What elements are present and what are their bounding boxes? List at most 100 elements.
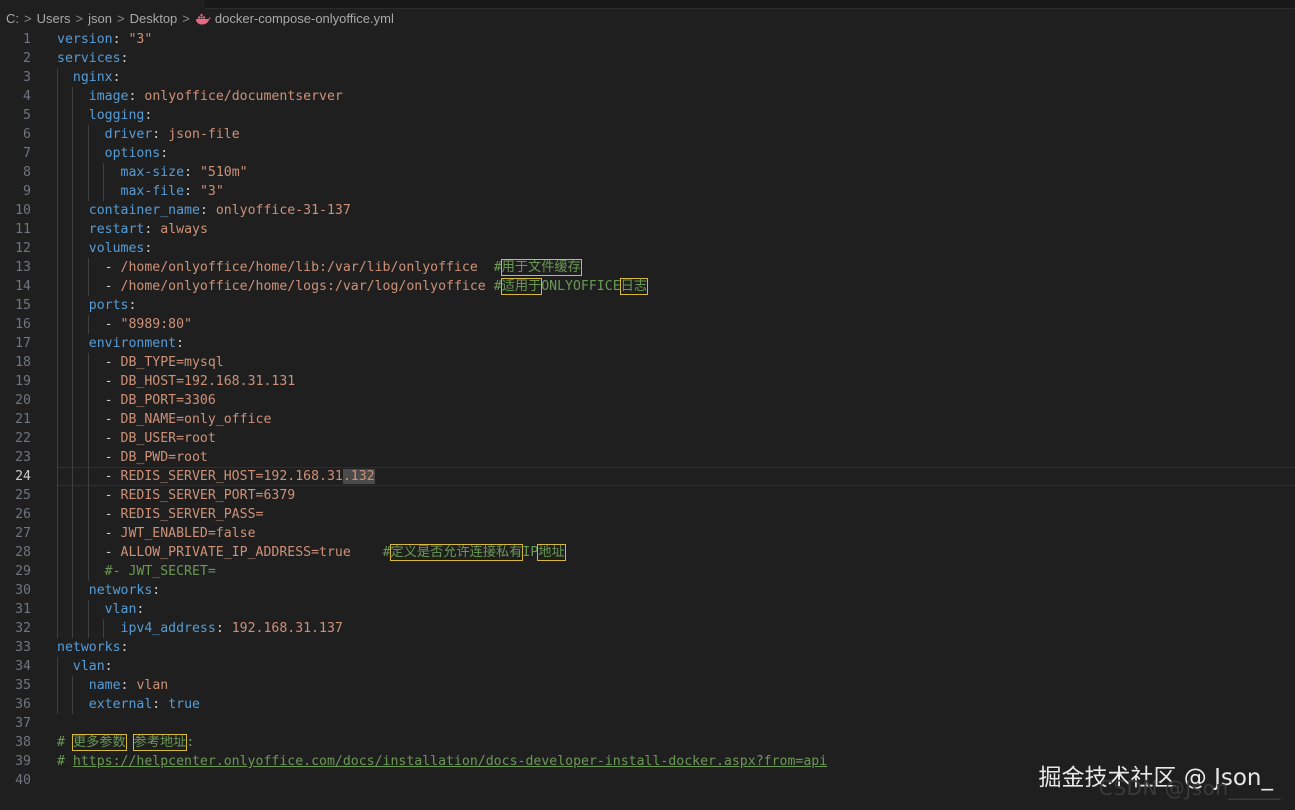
code-line[interactable]: 30 networks:: [0, 581, 1295, 600]
breadcrumb-item-users[interactable]: Users: [37, 9, 71, 29]
line-number: 19: [15, 374, 31, 389]
line-code: - DB_PORT=3306: [104, 393, 216, 408]
code-line[interactable]: 7 options:: [0, 144, 1295, 163]
doc-link: https://helpcenter.onlyoffice.com/docs/i…: [72, 754, 828, 769]
code-line[interactable]: 5 logging:: [0, 106, 1295, 125]
indent-guide: [57, 619, 58, 638]
line-code: - JWT_ENABLED=false: [104, 526, 256, 541]
indent-guide: [57, 296, 58, 315]
indent-guide: [72, 144, 74, 163]
breadcrumb-item-drive[interactable]: C:: [6, 9, 19, 29]
chevron-right-icon: >: [182, 11, 190, 26]
code-line[interactable]: 9 max-file: "3": [0, 182, 1295, 201]
indent-guide: [87, 315, 89, 334]
code-line[interactable]: 33 networks:: [0, 638, 1295, 657]
line-code: ipv4_address: 192.168.31.137: [120, 621, 343, 636]
indent-guide: [103, 619, 105, 638]
code-line[interactable]: 15 ports:: [0, 296, 1295, 315]
indent-guide: [87, 562, 89, 581]
indent-guide: [57, 486, 58, 505]
code-line[interactable]: 38 # 更多参数 参考地址:: [0, 733, 1295, 752]
indent-guide: [72, 676, 74, 695]
indent-guide: [72, 87, 74, 106]
breadcrumb-item-json[interactable]: json: [88, 9, 112, 29]
line-number: 20: [15, 393, 31, 408]
code-line[interactable]: 35 name: vlan: [0, 676, 1295, 695]
line-code: restart: always: [88, 222, 208, 237]
docker-whale-icon: [195, 13, 211, 24]
indent-guide: [57, 543, 58, 562]
code-line[interactable]: 3 nginx:: [0, 68, 1295, 87]
indent-guide: [72, 467, 74, 486]
line-number: 2: [23, 51, 31, 66]
code-line[interactable]: 2 services:: [0, 49, 1295, 68]
code-line[interactable]: 19 - DB_HOST=192.168.31.131: [0, 372, 1295, 391]
code-line[interactable]: 10 container_name: onlyoffice-31-137: [0, 201, 1295, 220]
line-code: - /home/onlyoffice/home/lib:/var/lib/onl…: [104, 259, 582, 276]
code-line[interactable]: 32 ipv4_address: 192.168.31.137: [0, 619, 1295, 638]
code-line[interactable]: 11 restart: always: [0, 220, 1295, 239]
code-line[interactable]: 20 - DB_PORT=3306: [0, 391, 1295, 410]
indent-guide: [103, 163, 105, 182]
line-number: 12: [15, 241, 31, 256]
breadcrumb: C: > Users > json > Desktop > docker-com…: [0, 9, 394, 29]
indent-guide: [72, 562, 74, 581]
indent-guide: [57, 220, 58, 239]
code-line[interactable]: 12 volumes:: [0, 239, 1295, 258]
line-code: logging:: [88, 108, 153, 123]
code-line[interactable]: 34 vlan:: [0, 657, 1295, 676]
indent-guide: [87, 524, 89, 543]
indent-guide: [87, 372, 89, 391]
indent-guide: [57, 163, 58, 182]
code-line[interactable]: 31 vlan:: [0, 600, 1295, 619]
indent-guide: [57, 372, 58, 391]
code-line[interactable]: 25 - REDIS_SERVER_PORT=6379: [0, 486, 1295, 505]
code-line[interactable]: 18 - DB_TYPE=mysql: [0, 353, 1295, 372]
indent-guide: [72, 619, 74, 638]
code-line[interactable]: 6 driver: json-file: [0, 125, 1295, 144]
line-code: - DB_HOST=192.168.31.131: [104, 374, 296, 389]
indent-guide: [72, 220, 74, 239]
watermark-csdn: CSDN @Json_____: [1098, 776, 1281, 800]
code-line[interactable]: 8 max-size: "510m": [0, 163, 1295, 182]
code-line[interactable]: 23 - DB_PWD=root: [0, 448, 1295, 467]
code-line[interactable]: 4 image: onlyoffice/documentserver: [0, 87, 1295, 106]
code-line[interactable]: 16 - "8989:80": [0, 315, 1295, 334]
line-number: 4: [23, 89, 31, 104]
line-number: 18: [15, 355, 31, 370]
line-code: max-size: "510m": [120, 165, 248, 180]
line-code: # https://helpcenter.onlyoffice.com/docs…: [57, 754, 828, 769]
indent-guide: [87, 486, 89, 505]
code-line[interactable]: 26 - REDIS_SERVER_PASS=: [0, 505, 1295, 524]
indent-guide: [57, 600, 58, 619]
breadcrumb-item-desktop[interactable]: Desktop: [130, 9, 178, 29]
code-line[interactable]: 22 - DB_USER=root: [0, 429, 1295, 448]
code-line[interactable]: 14 - /home/onlyoffice/home/logs:/var/log…: [0, 277, 1295, 296]
line-number: 40: [15, 773, 31, 788]
code-editor[interactable]: 1 version: "3" 2 services: 3 nginx: 4 image: …: [0, 30, 1295, 790]
code-line[interactable]: 37: [0, 714, 1295, 733]
indent-guide: [57, 676, 58, 695]
indent-guide: [87, 144, 89, 163]
code-line[interactable]: 28 - ALLOW_PRIVATE_IP_ADDRESS=true #定义是否…: [0, 543, 1295, 562]
code-line[interactable]: 27 - JWT_ENABLED=false: [0, 524, 1295, 543]
indent-guide: [72, 334, 74, 353]
indent-guide: [57, 315, 58, 334]
code-line[interactable]: 21 - DB_NAME=only_office: [0, 410, 1295, 429]
indent-guide: [72, 600, 74, 619]
line-number: 33: [15, 640, 31, 655]
code-line[interactable]: 1 version: "3": [0, 30, 1295, 49]
indent-guide: [72, 581, 74, 600]
indent-guide: [72, 486, 74, 505]
line-number: 23: [15, 450, 31, 465]
indent-guide: [87, 353, 89, 372]
code-line[interactable]: 29 #- JWT_SECRET=: [0, 562, 1295, 581]
code-line[interactable]: 36 external: true: [0, 695, 1295, 714]
code-line[interactable]: 24 - REDIS_SERVER_HOST=192.168.31.132: [0, 467, 1295, 486]
line-number: 29: [15, 564, 31, 579]
indent-guide: [72, 258, 74, 277]
code-line[interactable]: 13 - /home/onlyoffice/home/lib:/var/lib/…: [0, 258, 1295, 277]
code-line[interactable]: 17 environment:: [0, 334, 1295, 353]
indent-guide: [57, 524, 58, 543]
breadcrumb-item-file[interactable]: docker-compose-onlyoffice.yml: [215, 9, 394, 29]
